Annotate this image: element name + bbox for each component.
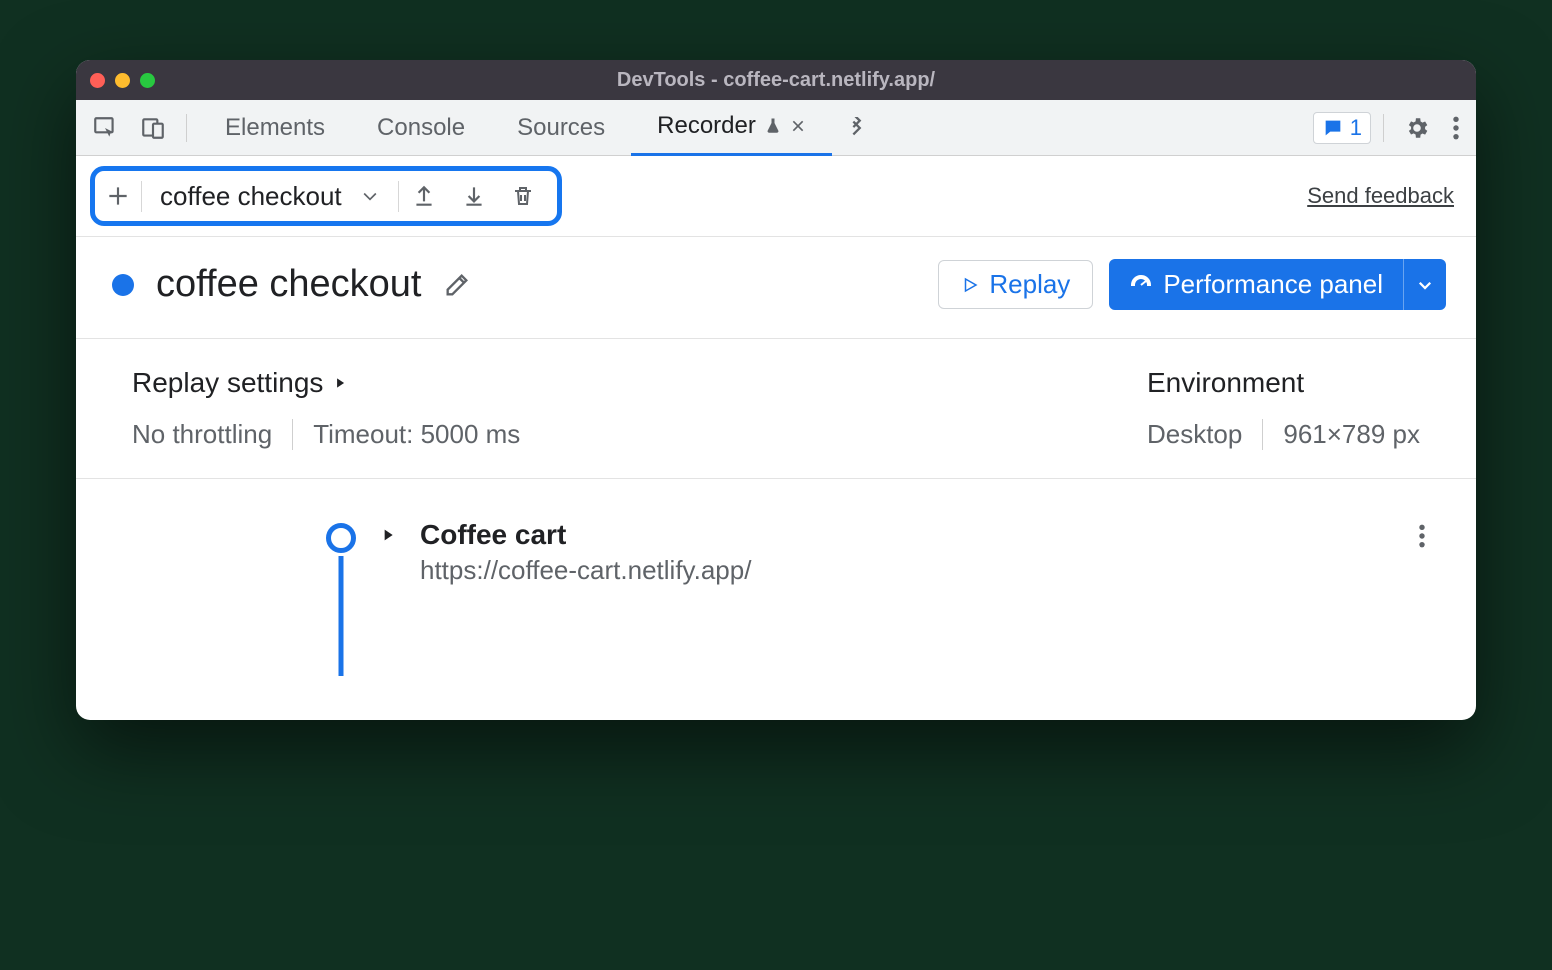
expand-step-button[interactable] xyxy=(380,525,396,545)
recording-name: coffee checkout xyxy=(156,263,421,306)
performance-panel-label: Performance panel xyxy=(1163,269,1383,300)
device-toolbar-icon[interactable] xyxy=(132,109,174,147)
messages-count: 1 xyxy=(1350,115,1362,141)
kebab-menu-icon[interactable] xyxy=(1444,109,1468,147)
step-kebab-menu[interactable] xyxy=(1418,523,1426,549)
new-recording-button[interactable] xyxy=(103,179,141,213)
window-controls xyxy=(90,73,155,88)
export-recording-button[interactable] xyxy=(399,183,449,209)
maximize-window-button[interactable] xyxy=(140,73,155,88)
delete-recording-button[interactable] xyxy=(499,183,547,209)
step-url: https://coffee-cart.netlify.app/ xyxy=(420,555,751,586)
step-title: Coffee cart xyxy=(420,519,751,551)
recording-header: coffee checkout Replay Performance panel xyxy=(76,237,1476,339)
replay-button-label: Replay xyxy=(989,269,1070,300)
performance-panel-caret[interactable] xyxy=(1403,259,1446,310)
replay-settings: Replay settings No throttling Timeout: 5… xyxy=(132,367,520,450)
performance-panel-button[interactable]: Performance panel xyxy=(1109,259,1403,310)
recording-selector[interactable]: coffee checkout xyxy=(141,181,399,212)
close-icon[interactable] xyxy=(790,118,806,134)
environment-section: Environment Desktop 961×789 px xyxy=(1147,367,1420,450)
replay-button[interactable]: Replay xyxy=(938,260,1093,309)
close-window-button[interactable] xyxy=(90,73,105,88)
edit-name-button[interactable] xyxy=(443,271,471,299)
messages-badge[interactable]: 1 xyxy=(1313,112,1371,144)
chevron-down-icon xyxy=(360,186,380,206)
settings-icon[interactable] xyxy=(1396,109,1438,147)
tab-sources[interactable]: Sources xyxy=(491,100,631,156)
triangle-right-icon xyxy=(333,375,347,391)
recorder-toolbar: coffee checkout Send feedback xyxy=(76,156,1476,237)
recording-selector-label: coffee checkout xyxy=(160,181,342,212)
step-text: Coffee cart https://coffee-cart.netlify.… xyxy=(420,519,751,586)
import-recording-button[interactable] xyxy=(449,183,499,209)
recording-title: coffee checkout xyxy=(112,263,471,306)
throttling-value: No throttling xyxy=(132,419,272,450)
flask-icon xyxy=(764,117,782,135)
gauge-icon xyxy=(1129,273,1153,297)
timeout-value: Timeout: 5000 ms xyxy=(313,419,520,450)
window-title: DevTools - coffee-cart.netlify.app/ xyxy=(76,69,1476,92)
recording-selector-group: coffee checkout xyxy=(90,166,562,226)
tab-recorder[interactable]: Recorder xyxy=(631,100,832,156)
chevron-down-icon xyxy=(1416,276,1434,294)
step-node-icon xyxy=(326,523,356,553)
settings-row: Replay settings No throttling Timeout: 5… xyxy=(76,339,1476,479)
steps-area: Coffee cart https://coffee-cart.netlify.… xyxy=(76,479,1476,720)
tab-recorder-label: Recorder xyxy=(657,112,756,140)
panel-tabs: Elements Console Sources Recorder xyxy=(199,100,882,156)
more-tabs-button[interactable] xyxy=(832,100,882,156)
tabstrip: Elements Console Sources Recorder 1 xyxy=(76,100,1476,156)
devtools-window: DevTools - coffee-cart.netlify.app/ Elem… xyxy=(76,60,1476,720)
environment-viewport: 961×789 px xyxy=(1283,419,1420,450)
recording-actions: Replay Performance panel xyxy=(938,259,1446,310)
send-feedback-link[interactable]: Send feedback xyxy=(1307,183,1454,209)
play-icon xyxy=(961,276,979,294)
separator xyxy=(1262,419,1263,450)
step-row: Coffee cart https://coffee-cart.netlify.… xyxy=(326,519,1436,586)
minimize-window-button[interactable] xyxy=(115,73,130,88)
separator xyxy=(1383,114,1384,142)
tab-elements[interactable]: Elements xyxy=(199,100,351,156)
tab-console[interactable]: Console xyxy=(351,100,491,156)
separator xyxy=(292,419,293,450)
inspect-element-icon[interactable] xyxy=(84,109,126,147)
replay-settings-heading[interactable]: Replay settings xyxy=(132,367,520,399)
environment-heading: Environment xyxy=(1147,367,1420,399)
titlebar: DevTools - coffee-cart.netlify.app/ xyxy=(76,60,1476,100)
environment-device: Desktop xyxy=(1147,419,1242,450)
performance-panel-group: Performance panel xyxy=(1109,259,1446,310)
status-dot-icon xyxy=(112,274,134,296)
separator xyxy=(186,114,187,142)
